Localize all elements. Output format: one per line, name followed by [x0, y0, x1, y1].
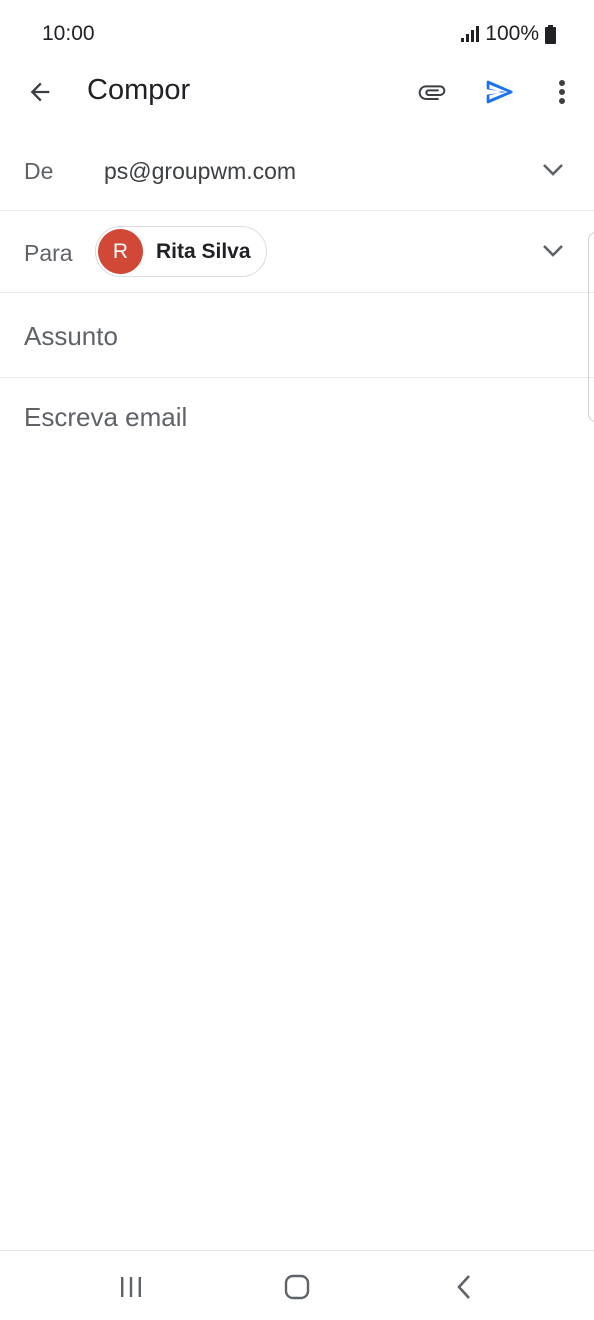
nav-back-icon	[457, 1275, 470, 1299]
recents-icon	[121, 1277, 141, 1297]
battery-percent: 100%	[485, 22, 539, 45]
battery-icon	[545, 24, 556, 44]
status-bar: 10:00 100%	[0, 0, 594, 66]
navigation-bar	[0, 1250, 594, 1320]
back-button[interactable]	[20, 72, 60, 112]
attach-button[interactable]	[410, 70, 454, 114]
home-button[interactable]	[273, 1265, 321, 1309]
more-vert-icon	[559, 80, 565, 104]
body-input[interactable]: Escreva email	[24, 402, 187, 433]
from-row: De ps@groupwm.com	[0, 130, 594, 211]
to-row: Para R Rita Silva	[0, 211, 594, 293]
nav-back-button[interactable]	[440, 1265, 488, 1309]
scroll-handle[interactable]	[588, 232, 594, 422]
from-account[interactable]: ps@groupwm.com	[104, 158, 296, 185]
subject-input[interactable]: Assunto	[24, 321, 118, 352]
from-label: De	[24, 158, 54, 184]
home-icon	[284, 1274, 310, 1300]
app-bar: Compor	[0, 66, 594, 114]
back-arrow-icon	[30, 82, 50, 102]
recents-button[interactable]	[107, 1265, 155, 1309]
send-button[interactable]	[478, 70, 522, 114]
chevron-down-icon[interactable]	[538, 155, 568, 185]
recipient-chip[interactable]: R Rita Silva	[95, 226, 267, 277]
avatar: R	[98, 229, 143, 274]
signal-icon	[461, 26, 480, 42]
status-indicators: 100%	[461, 22, 556, 46]
to-label: Para	[24, 240, 73, 266]
paperclip-icon	[418, 85, 446, 100]
send-icon	[486, 80, 513, 104]
status-time: 10:00	[42, 22, 95, 45]
chevron-down-icon[interactable]	[538, 236, 568, 266]
subject-row: Assunto	[0, 293, 594, 378]
recipient-name: Rita Silva	[156, 239, 251, 263]
page-title: Compor	[87, 74, 191, 106]
more-options-button[interactable]	[542, 70, 582, 114]
